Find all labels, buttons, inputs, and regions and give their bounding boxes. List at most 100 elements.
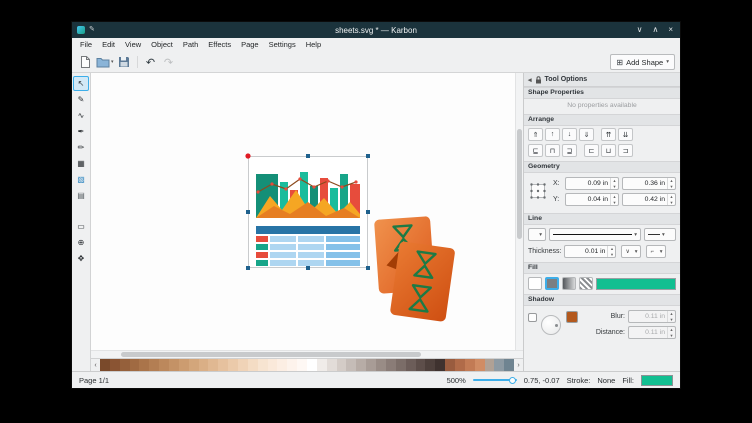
horizontal-scrollbar-thumb[interactable]: [121, 352, 421, 357]
palette-swatch[interactable]: [445, 359, 455, 371]
grid-tool[interactable]: ▦: [73, 156, 89, 171]
palette-swatch[interactable]: [416, 359, 426, 371]
palette-swatch[interactable]: [248, 359, 258, 371]
horizontal-scrollbar[interactable]: [91, 350, 523, 358]
palette-swatch[interactable]: [455, 359, 465, 371]
fill-gradient-button[interactable]: [562, 277, 576, 290]
edit-shapes-tool[interactable]: ✎: [73, 92, 89, 107]
shadow-blur-spinbox[interactable]: 0.11 in▴▾: [628, 310, 676, 323]
lower-button[interactable]: ↓: [562, 128, 577, 141]
new-document-button[interactable]: [77, 54, 93, 70]
palette-swatch[interactable]: [504, 359, 514, 371]
spinner-arrows-icon[interactable]: ▴▾: [610, 178, 618, 189]
line-cap-combo[interactable]: ▾: [528, 228, 546, 241]
menu-settings[interactable]: Settings: [264, 38, 301, 52]
align-right-button[interactable]: ⊒: [562, 144, 577, 157]
redo-button[interactable]: ↷: [161, 54, 177, 70]
pencil-tool[interactable]: ✏: [73, 140, 89, 155]
pattern-tool[interactable]: ▤: [73, 188, 89, 203]
line-join-combo[interactable]: ∨▾: [621, 245, 641, 258]
pan-tool[interactable]: ✥: [73, 251, 89, 266]
zoom-slider[interactable]: [473, 376, 517, 385]
palette-swatch[interactable]: [494, 359, 504, 371]
palette-swatch[interactable]: [268, 359, 278, 371]
position-anchor-widget[interactable]: [528, 181, 550, 203]
palette-right-arrow[interactable]: ›: [514, 359, 523, 371]
menu-page[interactable]: Page: [236, 38, 264, 52]
fill-none-button[interactable]: [528, 277, 542, 290]
raise-button[interactable]: ↑: [545, 128, 560, 141]
height-spinbox[interactable]: 0.42 in▴▾: [622, 193, 676, 206]
hot-position-handle[interactable]: [245, 153, 250, 158]
palette-swatch[interactable]: [337, 359, 347, 371]
menu-edit[interactable]: Edit: [97, 38, 120, 52]
palette-swatch[interactable]: [435, 359, 445, 371]
send-to-back-button[interactable]: ⇓: [579, 128, 594, 141]
palette-swatch[interactable]: [189, 359, 199, 371]
palette-swatch[interactable]: [120, 359, 130, 371]
line-style-combo[interactable]: ▾: [549, 228, 641, 241]
palette-swatch[interactable]: [208, 359, 218, 371]
align-center-vertical-button[interactable]: ⊔: [601, 144, 616, 157]
close-button[interactable]: ×: [668, 25, 673, 35]
shadow-angle-dial[interactable]: [541, 315, 561, 335]
palette-swatch[interactable]: [169, 359, 179, 371]
menu-object[interactable]: Object: [146, 38, 178, 52]
palette-swatch[interactable]: [139, 359, 149, 371]
palette-swatch[interactable]: [130, 359, 140, 371]
palette-swatch[interactable]: [258, 359, 268, 371]
menu-help[interactable]: Help: [301, 38, 326, 52]
align-top-button[interactable]: ⊏: [584, 144, 599, 157]
fill-pattern-button[interactable]: [579, 277, 593, 290]
thickness-spinbox[interactable]: 0.01 in▴▾: [564, 245, 616, 258]
align-left-button[interactable]: ⊑: [528, 144, 543, 157]
palette-swatch[interactable]: [199, 359, 209, 371]
line-cap-style-combo[interactable]: ⌐▾: [646, 245, 666, 258]
section-fill[interactable]: Fill: [524, 262, 680, 274]
fill-color-bar[interactable]: [596, 278, 676, 290]
menu-view[interactable]: View: [120, 38, 146, 52]
y-position-spinbox[interactable]: 0.04 in▴▾: [565, 193, 619, 206]
palette-swatch[interactable]: [485, 359, 495, 371]
maximize-button[interactable]: ∧: [652, 25, 658, 35]
shadow-color-button[interactable]: [566, 311, 578, 323]
shape-selector-tool[interactable]: ▭: [73, 219, 89, 234]
palette-swatch[interactable]: [327, 359, 337, 371]
palette-swatch[interactable]: [376, 359, 386, 371]
calligraphy-tool[interactable]: ✒: [73, 124, 89, 139]
palette-swatch[interactable]: [307, 359, 317, 371]
dock-header[interactable]: ◂ Tool Options: [524, 73, 680, 87]
align-bottom-button[interactable]: ⊐: [618, 144, 633, 157]
spinner-arrows-icon[interactable]: ▴▾: [667, 178, 675, 189]
titlebar[interactable]: ✎ sheets.svg * — Karbon ∨∧×: [72, 22, 680, 38]
undo-button[interactable]: ↶: [143, 54, 159, 70]
open-dropdown-icon[interactable]: ▾: [111, 59, 114, 65]
palette-swatch[interactable]: [425, 359, 435, 371]
vertical-scrollbar-thumb[interactable]: [517, 129, 522, 239]
palette-swatch[interactable]: [356, 359, 366, 371]
palette-swatch[interactable]: [396, 359, 406, 371]
palette-swatch[interactable]: [386, 359, 396, 371]
line-marker-combo[interactable]: ▾: [644, 228, 676, 241]
palette-swatch[interactable]: [475, 359, 485, 371]
drawing-canvas[interactable]: [91, 73, 523, 350]
ungroup-button[interactable]: ⇊: [618, 128, 633, 141]
spinner-arrows-icon[interactable]: ▴▾: [607, 246, 615, 257]
palette-swatch[interactable]: [179, 359, 189, 371]
palette-swatch[interactable]: [238, 359, 248, 371]
palette-swatch[interactable]: [317, 359, 327, 371]
zoom-slider-handle[interactable]: [509, 377, 516, 384]
palette-swatch[interactable]: [159, 359, 169, 371]
gradient-tool[interactable]: ▧: [73, 172, 89, 187]
palette-swatch[interactable]: [228, 359, 238, 371]
palette-swatch[interactable]: [110, 359, 120, 371]
palette-swatch[interactable]: [366, 359, 376, 371]
palette-swatch[interactable]: [100, 359, 110, 371]
menu-effects[interactable]: Effects: [203, 38, 236, 52]
fill-color-swatch[interactable]: [641, 375, 673, 386]
palette-swatch[interactable]: [406, 359, 416, 371]
section-shadow[interactable]: Shadow: [524, 294, 680, 306]
section-arrange[interactable]: Arrange: [524, 114, 680, 126]
palette-swatch[interactable]: [149, 359, 159, 371]
collapse-left-icon[interactable]: ◂: [528, 76, 532, 84]
